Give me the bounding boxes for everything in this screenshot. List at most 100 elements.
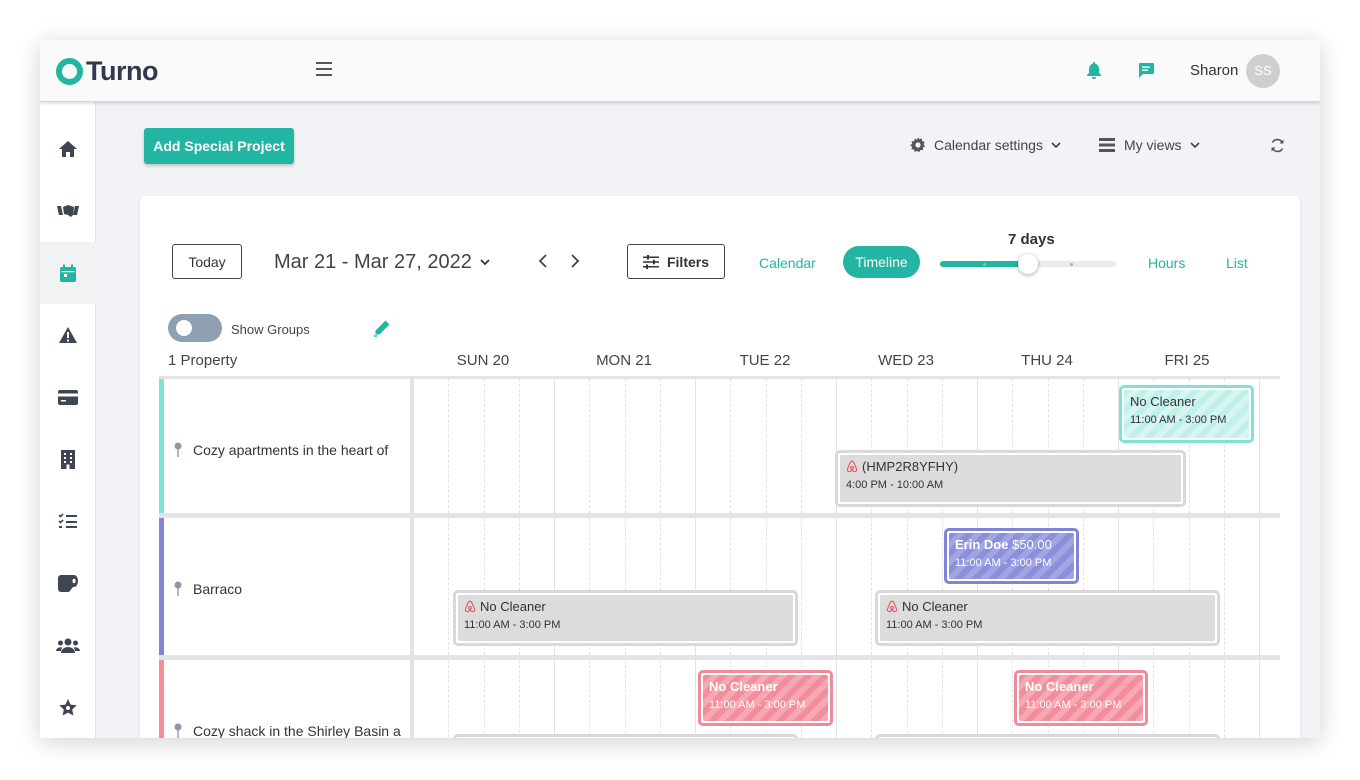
chat-icon[interactable] xyxy=(1137,61,1155,84)
show-groups-label: Show Groups xyxy=(231,322,310,337)
grid-line xyxy=(1259,660,1260,738)
event-title: No Cleaner xyxy=(1025,679,1094,694)
job-event[interactable]: No Cleaner 11:00 AM - 3:00 PM xyxy=(698,670,833,726)
event-time: 11:00 AM - 3:00 PM xyxy=(1130,414,1227,426)
chevron-down-icon xyxy=(1051,141,1061,148)
grid-line xyxy=(1259,379,1260,513)
event-title: No Cleaner xyxy=(1130,394,1196,409)
sidebar-item-handshake[interactable] xyxy=(40,180,96,242)
property-row: Barraco Erin Doe $50.00 11:00 AM - 3:00 … xyxy=(159,518,1280,660)
grid-line xyxy=(518,379,520,513)
app-frame: Turno Sharon SS Add Special Project Cale… xyxy=(40,40,1320,738)
my-views-dropdown[interactable]: My views xyxy=(1099,137,1200,153)
event-price: $50.00 xyxy=(1012,537,1052,552)
grid-line xyxy=(941,660,943,738)
show-groups-toggle[interactable] xyxy=(168,314,222,342)
sidebar-item-home[interactable] xyxy=(40,118,96,180)
days-range-label: 7 days xyxy=(1008,231,1055,248)
next-week-button[interactable] xyxy=(570,254,580,273)
previous-week-button[interactable] xyxy=(538,254,548,273)
tab-timeline[interactable]: Timeline xyxy=(843,246,920,278)
warning-icon xyxy=(59,327,77,343)
date-range-picker[interactable]: Mar 21 - Mar 27, 2022 xyxy=(274,251,490,274)
sidebar-item-checklists[interactable] xyxy=(40,490,96,552)
avatar[interactable]: SS xyxy=(1246,54,1280,88)
grid-line xyxy=(800,518,802,655)
reservation-event[interactable] xyxy=(453,734,798,738)
reservation-event[interactable]: No Cleaner 11:00 AM - 3:00 PM xyxy=(875,590,1220,646)
sidebar-item-supplies[interactable] xyxy=(40,552,96,614)
turno-logo[interactable]: Turno xyxy=(56,56,158,87)
property-name[interactable]: Cozy apartments in the heart of xyxy=(173,442,405,458)
job-event[interactable]: No Cleaner 11:00 AM - 3:00 PM xyxy=(1014,670,1148,726)
grid-line xyxy=(695,379,696,513)
sidebar-item-calendar[interactable] xyxy=(40,242,96,304)
top-bar: Turno Sharon SS xyxy=(40,40,1320,102)
grid-line xyxy=(413,518,414,655)
chevron-left-icon xyxy=(538,254,547,268)
bell-icon[interactable] xyxy=(1086,61,1102,84)
grid-line xyxy=(554,379,555,513)
credit-card-icon xyxy=(58,389,78,405)
sidebar xyxy=(40,102,96,738)
event-time: 11:00 AM - 3:00 PM xyxy=(886,619,983,631)
grid-line xyxy=(871,660,873,738)
grid-line xyxy=(906,660,908,738)
row-color-bar xyxy=(159,660,164,738)
grid-line xyxy=(448,379,450,513)
grid-line xyxy=(1188,660,1190,738)
days-slider[interactable] xyxy=(940,254,1116,274)
property-name[interactable]: Cozy shack in the Shirley Basin a xyxy=(173,723,405,738)
hamburger-icon[interactable] xyxy=(316,62,332,78)
reservation-event[interactable] xyxy=(875,734,1220,738)
home-icon xyxy=(59,141,77,157)
sidebar-item-alerts[interactable] xyxy=(40,304,96,366)
username[interactable]: Sharon xyxy=(1190,62,1238,79)
tab-list[interactable]: List xyxy=(1226,255,1248,271)
tab-calendar[interactable]: Calendar xyxy=(759,255,816,271)
job-event[interactable]: Erin Doe $50.00 11:00 AM - 3:00 PM xyxy=(944,528,1079,584)
tab-hours[interactable]: Hours xyxy=(1148,255,1185,271)
chevron-right-icon xyxy=(571,254,580,268)
event-time: 11:00 AM - 3:00 PM xyxy=(955,557,1052,569)
refresh-icon[interactable] xyxy=(1270,138,1285,158)
sidebar-item-properties[interactable] xyxy=(40,428,96,490)
grid-line xyxy=(765,379,767,513)
filters-label: Filters xyxy=(666,253,709,270)
today-button[interactable]: Today xyxy=(172,244,242,279)
grid-line xyxy=(1223,660,1225,738)
users-icon xyxy=(56,638,80,653)
reservation-event[interactable]: No Cleaner 11:00 AM - 3:00 PM xyxy=(453,590,798,646)
sidebar-item-payments[interactable] xyxy=(40,366,96,428)
property-name[interactable]: Barraco xyxy=(173,581,405,597)
airbnb-icon xyxy=(464,600,476,613)
day-header: WED 23 xyxy=(878,352,934,369)
day-header: TUE 22 xyxy=(739,352,791,369)
grid-line xyxy=(448,518,450,655)
toilet-paper-icon xyxy=(58,575,78,592)
chevron-down-icon xyxy=(1189,141,1200,148)
reservation-event[interactable]: (HMP2R8YFHY) 4:00 PM - 10:00 AM xyxy=(835,450,1186,507)
property-name-label: Cozy shack in the Shirley Basin a xyxy=(193,723,401,738)
calendar-settings-dropdown[interactable]: Calendar settings xyxy=(910,137,1061,153)
handshake-icon xyxy=(57,205,79,217)
grid-line xyxy=(1259,518,1260,655)
row-color-bar xyxy=(159,518,164,655)
checklist-icon xyxy=(58,513,77,528)
add-special-project-button[interactable]: Add Special Project xyxy=(144,128,294,164)
calendar-settings-label: Calendar settings xyxy=(934,137,1043,153)
filters-button[interactable]: Filters xyxy=(627,244,725,279)
property-row: Cozy apartments in the heart of No Clean… xyxy=(159,376,1280,518)
grid-line xyxy=(730,379,732,513)
day-header: THU 24 xyxy=(1021,352,1073,369)
grid-line xyxy=(483,379,485,513)
grid-line xyxy=(624,660,626,738)
sidebar-item-team[interactable] xyxy=(40,614,96,676)
grid-line xyxy=(448,660,450,738)
sidebar-item-favorites[interactable] xyxy=(40,676,96,738)
days-slider-thumb[interactable] xyxy=(1018,254,1038,274)
property-name-label: Cozy apartments in the heart of xyxy=(193,442,389,458)
pencil-icon[interactable] xyxy=(373,319,391,342)
event-time: 11:00 AM - 3:00 PM xyxy=(1025,699,1122,711)
reservation-event[interactable]: No Cleaner 11:00 AM - 3:00 PM xyxy=(1119,385,1254,443)
